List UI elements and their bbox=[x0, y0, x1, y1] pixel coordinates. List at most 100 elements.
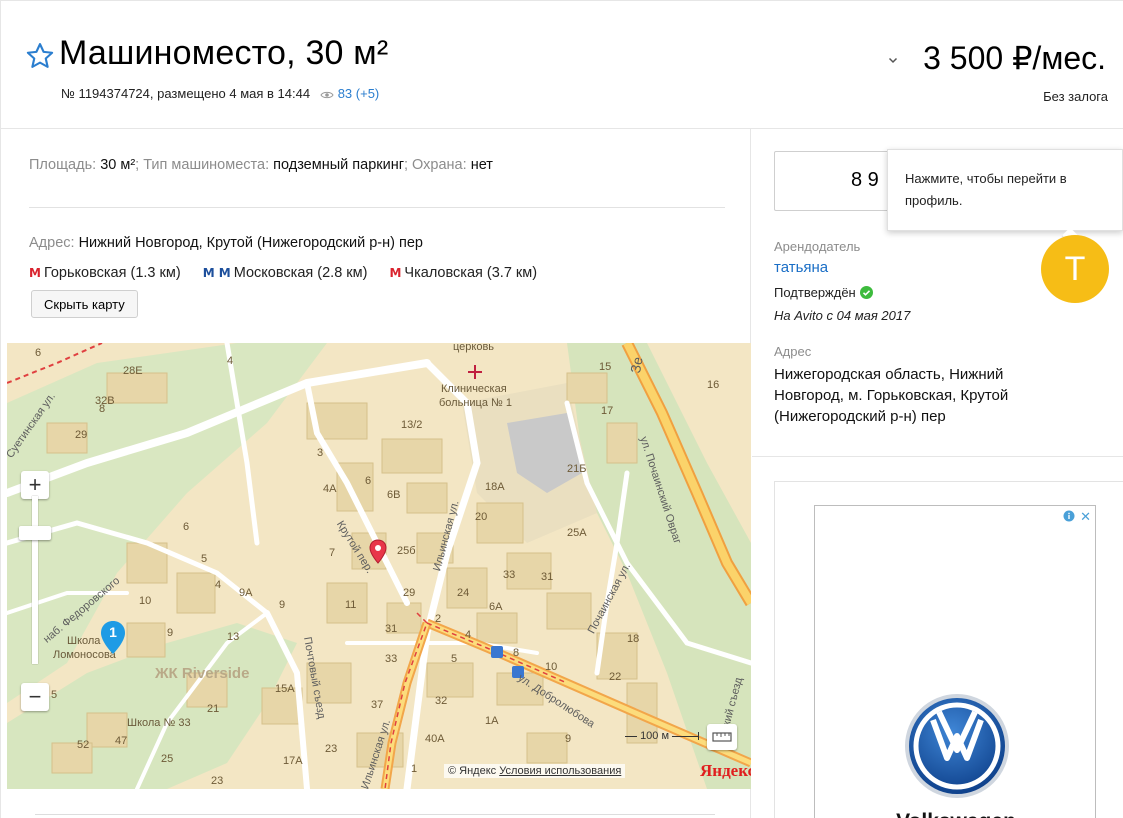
house-number: 1 bbox=[411, 763, 418, 775]
house-number: 9 bbox=[167, 627, 174, 639]
house-number: 4А bbox=[323, 483, 337, 495]
listing-params: Площадь: 30 м²; Тип машиноместа: подземн… bbox=[29, 157, 493, 173]
security-value: нет bbox=[470, 157, 493, 173]
house-number: 6А bbox=[489, 601, 503, 613]
house-number: 13 bbox=[227, 631, 240, 643]
metro-icon: М bbox=[29, 266, 41, 280]
house-number: 6 bbox=[35, 347, 42, 359]
house-number: 5 bbox=[201, 553, 208, 565]
seller-sidebar: 8 9 Нажмите, чтобы перейти в профиль. Ар… bbox=[752, 129, 1123, 818]
house-number: 15А bbox=[275, 683, 295, 695]
metro-name: Горьковская (1.3 км) bbox=[43, 265, 181, 281]
street-label: Зе bbox=[627, 355, 646, 375]
type-value: подземный паркинг bbox=[273, 157, 404, 173]
eye-icon bbox=[320, 91, 334, 99]
house-number: 25А bbox=[567, 527, 587, 539]
map-cluster-pin[interactable]: 1 bbox=[99, 620, 127, 661]
map-label-school33: Школа № 33 bbox=[127, 717, 191, 729]
house-number: 31 bbox=[541, 571, 554, 583]
house-number: 32 bbox=[435, 695, 448, 707]
listing-title: Машиноместо, 30 м² bbox=[59, 34, 389, 72]
house-number: 21 bbox=[207, 703, 220, 715]
metro-icon: М bbox=[389, 266, 402, 280]
house-number: 25б bbox=[397, 545, 416, 557]
house-number: 25 bbox=[161, 753, 174, 765]
map-terms-link[interactable]: Условия использования bbox=[499, 765, 621, 777]
price: 3 500 ₽/мес. bbox=[923, 40, 1106, 76]
house-number: 7 bbox=[329, 547, 336, 559]
map-label-school: Школа bbox=[67, 635, 101, 647]
house-number: 21Б bbox=[567, 463, 587, 475]
profile-tooltip: Нажмите, чтобы перейти в профиль. bbox=[887, 149, 1123, 231]
metro-station: М М Московская (2.8 км) bbox=[203, 265, 368, 281]
views-count: 83 (+5) bbox=[337, 86, 380, 101]
house-number: 10 bbox=[545, 661, 558, 673]
ad-close-icon[interactable]: ✕ bbox=[1080, 509, 1091, 525]
zoom-slider-track[interactable] bbox=[32, 496, 38, 664]
volkswagen-logo-icon bbox=[905, 694, 1009, 798]
house-number: 13/2 bbox=[401, 419, 423, 431]
yandex-logo: Яндекс bbox=[700, 761, 751, 780]
house-number: 20 bbox=[475, 511, 488, 523]
map[interactable]: церковь Клиническая больница № 1 Школа Л… bbox=[7, 343, 751, 789]
house-number: 33 bbox=[503, 569, 516, 581]
copyright-text: © Яндекс bbox=[448, 765, 497, 777]
metro-station: М Чкаловская (3.7 км) bbox=[389, 265, 537, 281]
house-number: 23 bbox=[211, 775, 224, 787]
divider bbox=[35, 814, 715, 815]
chevron-down-icon[interactable] bbox=[885, 52, 901, 68]
hide-map-button[interactable]: Скрыть карту bbox=[31, 290, 138, 318]
zoom-in-button[interactable]: + bbox=[21, 471, 49, 499]
house-number: 9 bbox=[565, 733, 572, 745]
area-label: Площадь: bbox=[29, 157, 97, 173]
house-number: 18 bbox=[627, 633, 640, 645]
house-number: 1А bbox=[485, 715, 499, 727]
favorite-star-icon[interactable] bbox=[25, 41, 55, 71]
house-number: 52 bbox=[77, 739, 90, 751]
house-number: 10 bbox=[139, 595, 152, 607]
house-number: 47 bbox=[115, 735, 128, 747]
ad-banner[interactable]: ✕ Volkswagen bbox=[814, 505, 1096, 818]
house-number: 17А bbox=[283, 755, 303, 767]
seller-name-link[interactable]: татьяна bbox=[774, 259, 828, 276]
house-number: 8 bbox=[513, 647, 520, 659]
house-number: 4 bbox=[227, 355, 234, 367]
listing-meta: № 1194374724, размещено 4 мая в 14:44 83… bbox=[61, 86, 379, 101]
seller-address-caption: Адрес bbox=[774, 344, 812, 359]
zoom-slider-handle[interactable] bbox=[19, 526, 51, 540]
map-label-church: церковь bbox=[453, 343, 495, 353]
listing-number-date: № 1194374724, размещено 4 мая в 14:44 bbox=[61, 86, 311, 101]
seller-avatar[interactable]: T bbox=[1041, 235, 1109, 303]
house-number: 23 bbox=[325, 743, 338, 755]
address-line: Адрес: Нижний Новгород, Крутой (Нижегоро… bbox=[29, 235, 423, 251]
house-number: 6В bbox=[387, 489, 401, 501]
location-pin-icon[interactable] bbox=[368, 539, 388, 565]
house-number: 22 bbox=[609, 671, 622, 683]
map-copyright: © Яндекс Условия использования bbox=[444, 764, 626, 778]
deposit-info: Без залога bbox=[1043, 89, 1108, 104]
house-number: 31 bbox=[385, 623, 398, 635]
map-scale-value: 100 м bbox=[640, 730, 670, 742]
house-number: 37 bbox=[371, 699, 384, 711]
map-label-hospital-2: больница № 1 bbox=[439, 397, 512, 409]
house-number: 29 bbox=[75, 429, 88, 441]
map-label-hospital: Клиническая bbox=[441, 383, 507, 395]
ad-brand-name: Volkswagen bbox=[815, 810, 1097, 818]
house-number: 4 bbox=[465, 629, 472, 641]
listing-page: Машиноместо, 30 м² № 1194374724, размеще… bbox=[0, 0, 1123, 818]
house-number: 9А bbox=[239, 587, 253, 599]
seller-on-avito-since: На Avito с 04 мая 2017 bbox=[774, 308, 911, 323]
metro-station: М Горьковская (1.3 км) bbox=[29, 265, 181, 281]
info-icon[interactable] bbox=[1063, 510, 1075, 522]
house-number: 6 bbox=[183, 521, 190, 533]
metro-name: Московская (2.8 км) bbox=[233, 265, 368, 281]
map-base bbox=[7, 343, 751, 789]
seller-verified: Подтверждён bbox=[774, 285, 873, 300]
divider bbox=[752, 456, 1123, 457]
house-number: 5 bbox=[51, 689, 58, 701]
house-number: 29 bbox=[403, 587, 416, 599]
ruler-button[interactable] bbox=[707, 724, 737, 750]
security-label: ; Охрана: bbox=[404, 157, 467, 173]
verified-label: Подтверждён bbox=[774, 285, 856, 300]
zoom-out-button[interactable]: − bbox=[21, 683, 49, 711]
